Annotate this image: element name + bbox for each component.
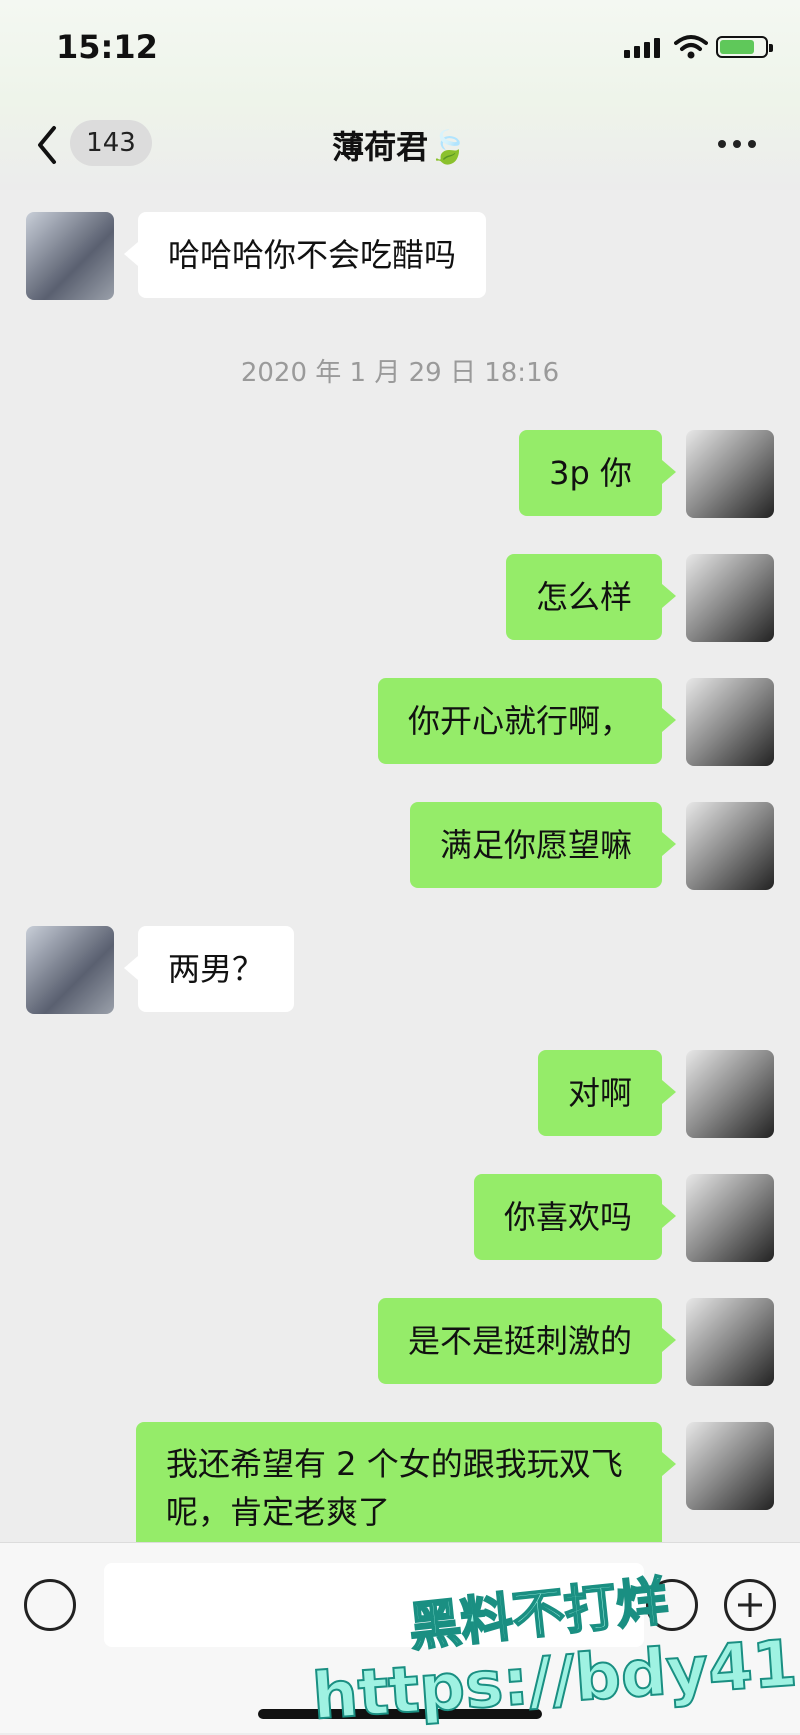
chat-header: 143 薄荷君🍃 [0, 100, 800, 190]
my-avatar[interactable] [686, 802, 774, 890]
message-bubble-outgoing[interactable]: 我还希望有 2 个女的跟我玩双飞呢，肯定老爽了 [136, 1422, 676, 1554]
message-bubble-outgoing[interactable]: 满足你愿望嘛 [409, 802, 677, 888]
message-bubble-outgoing[interactable]: 是不是挺刺激的 [377, 1298, 677, 1384]
message-bubble-outgoing[interactable]: 对啊 [537, 1050, 677, 1136]
my-avatar[interactable] [686, 554, 774, 642]
status-time: 15:12 [56, 28, 158, 66]
my-avatar[interactable] [686, 430, 774, 518]
my-avatar[interactable] [686, 1050, 774, 1138]
my-avatar[interactable] [686, 678, 774, 766]
friend-avatar[interactable] [26, 926, 114, 1014]
message-bubble-outgoing[interactable]: 3p 你 [519, 430, 676, 516]
my-avatar[interactable] [686, 1174, 774, 1262]
my-avatar[interactable] [686, 1422, 774, 1510]
status-bar: 15:12 [0, 0, 800, 100]
message-list[interactable]: 哈哈哈你不会吃醋吗 2020 年 1 月 29 日 18:16 3p 你 怎么样… [0, 190, 800, 1554]
add-attachment-icon[interactable] [724, 1579, 776, 1631]
wifi-icon [674, 35, 708, 59]
message-bubble-outgoing[interactable]: 你喜欢吗 [473, 1174, 677, 1260]
my-avatar[interactable] [686, 1298, 774, 1386]
message-bubble-outgoing[interactable]: 你开心就行啊， [377, 678, 677, 764]
message-bubble-outgoing[interactable]: 怎么样 [505, 554, 677, 640]
message-timestamp: 2020 年 1 月 29 日 18:16 [240, 358, 560, 388]
friend-avatar[interactable] [26, 212, 114, 300]
chat-title: 薄荷君🍃 [332, 128, 468, 166]
message-bubble-incoming[interactable]: 哈哈哈你不会吃醋吗 [123, 212, 487, 298]
battery-icon [716, 36, 773, 58]
message-bubble-incoming[interactable]: 两男？ [123, 926, 295, 1012]
cellular-signal-icon [624, 38, 660, 58]
voice-input-icon[interactable] [24, 1579, 76, 1631]
more-options-icon[interactable] [718, 140, 756, 148]
